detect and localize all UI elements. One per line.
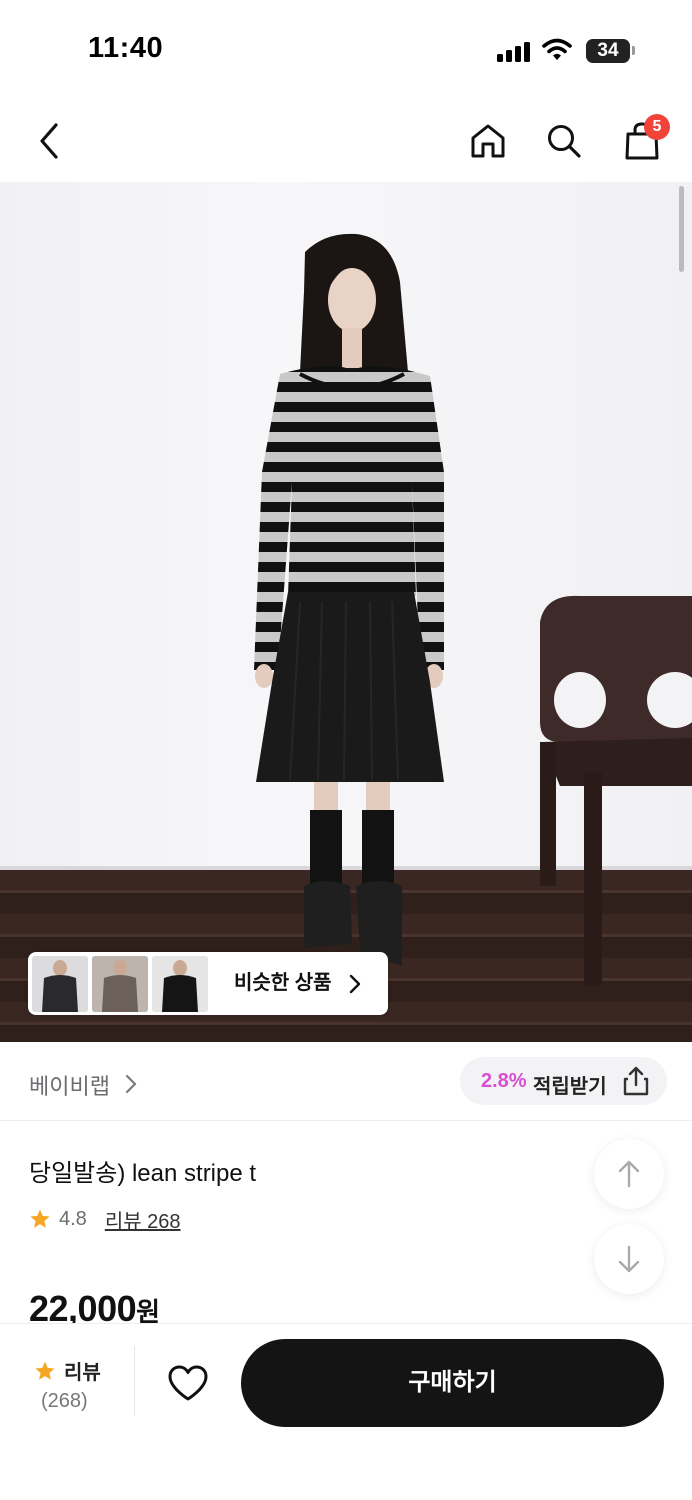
home-icon <box>471 124 505 158</box>
back-button[interactable] <box>26 118 72 164</box>
brand-row: 베이비랩 2.8% 적립받기 <box>0 1043 692 1121</box>
wifi-icon <box>542 38 572 60</box>
star-icon <box>35 1361 55 1380</box>
review-summary-button[interactable]: 리뷰 (268) <box>20 1352 112 1422</box>
chevron-right-icon <box>349 974 361 994</box>
similar-thumb-2 <box>92 955 148 1012</box>
bar-divider <box>134 1346 135 1416</box>
home-button[interactable] <box>465 118 511 164</box>
top-navigation <box>0 100 692 182</box>
scroll-down-button[interactable] <box>594 1224 664 1294</box>
rating-row: 4.8 리뷰 268 <box>29 1205 181 1233</box>
battery-level: 34 <box>586 39 630 63</box>
search-icon <box>548 125 581 158</box>
earn-points-button[interactable]: 2.8% 적립받기 <box>460 1057 667 1105</box>
status-bar: 11:40 34 <box>0 0 692 100</box>
brand-link[interactable]: 베이비랩 <box>29 1069 110 1101</box>
wishlist-button[interactable] <box>162 1357 214 1409</box>
product-title: 당일발송) lean stripe t <box>29 1160 257 1187</box>
arrow-down-icon <box>618 1245 640 1273</box>
product-image[interactable]: 비슷한 상품 <box>0 182 692 1042</box>
review-summary-top: 리뷰 <box>34 1356 101 1385</box>
similar-products-label: 비슷한 상품 <box>234 972 332 994</box>
battery-cap <box>632 46 635 55</box>
rating-value: 4.8 <box>59 1207 87 1230</box>
chevron-right-icon <box>125 1074 137 1094</box>
review-link[interactable]: 리뷰 268 <box>105 1205 181 1234</box>
cart-count-badge: 5 <box>644 114 670 140</box>
status-time: 11:40 <box>88 32 164 64</box>
buy-button[interactable]: 구매하기 <box>241 1339 664 1427</box>
chair <box>540 595 692 986</box>
scroll-up-button[interactable] <box>594 1139 664 1209</box>
model-figure <box>254 233 692 986</box>
review-label: 리뷰 <box>64 1362 101 1384</box>
chevron-left-icon <box>40 123 58 159</box>
search-button[interactable] <box>541 118 587 164</box>
points-percent: 2.8% <box>481 1070 527 1092</box>
bottom-action-bar: 리뷰 (268) 구매하기 <box>0 1323 692 1500</box>
similar-thumb-3 <box>152 955 208 1012</box>
heart-icon <box>168 1365 208 1401</box>
points-label: 적립받기 <box>533 1076 607 1098</box>
similar-thumb-1 <box>32 955 88 1012</box>
share-icon[interactable] <box>620 1065 652 1097</box>
image-scroll-indicator <box>679 186 684 272</box>
similar-products-button[interactable]: 비슷한 상품 <box>28 952 388 1015</box>
star-icon <box>30 1209 50 1228</box>
arrow-up-icon <box>618 1160 640 1188</box>
review-count: (268) <box>41 1390 88 1412</box>
cellular-signal-icon <box>497 42 531 62</box>
